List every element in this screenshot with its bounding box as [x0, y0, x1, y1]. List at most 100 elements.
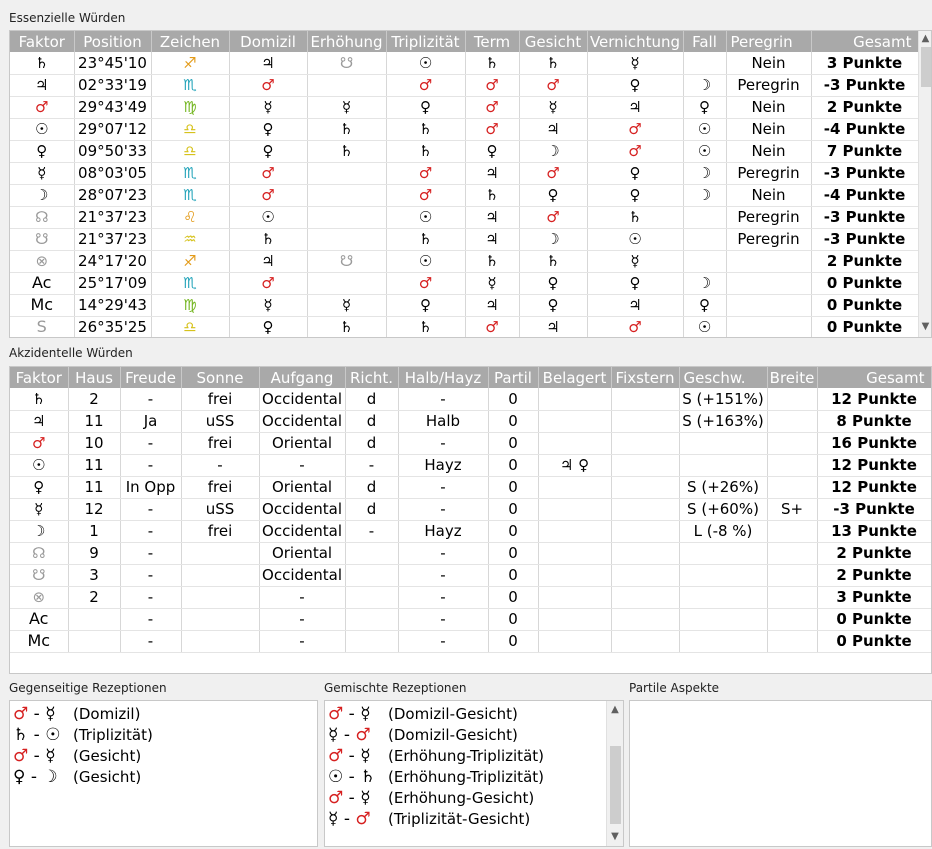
accidental-header-cell[interactable]: Richt.: [345, 367, 399, 388]
accidental-cell-richt: -: [345, 454, 399, 477]
mutual-title: Gegenseitige Rezeptionen: [9, 681, 167, 695]
accidental-header-cell[interactable]: Geschw.: [679, 367, 768, 388]
table-row[interactable]: ☽ 1- frei Occidental - Hayz 0 L (-8 %) 13 Punkte: [10, 520, 931, 543]
list-item[interactable]: ☉ - ♄ (Erhöhung-Triplizität): [328, 767, 623, 788]
essential-cell-fall: ☽: [683, 162, 727, 185]
table-row[interactable]: ☋ 3- Occidental -0 2 Punkte: [10, 564, 931, 587]
accidental-table-panel[interactable]: Faktor Haus Freude Sonne Aufgang Richt. Halb/H…: [9, 366, 932, 674]
accidental-header-cell[interactable]: Faktor: [10, 367, 69, 388]
table-row[interactable]: ♀ 09°50'33 ♎ ♀ ♄ ♄ ♀ ☽ ♂ ☉ Nein 7 Punkte: [10, 140, 919, 163]
table-row[interactable]: ♃ 02°33'19 ♏ ♂ ♂ ♂ ♂ ♀ ☽ Peregrin -3 Punkte: [10, 74, 919, 97]
essential-header-cell[interactable]: Gesicht: [519, 31, 588, 52]
list-item[interactable]: ♂ - ☿ (Domizil-Gesicht): [328, 704, 623, 725]
accidental-header-cell[interactable]: Partil: [488, 367, 539, 388]
list-item[interactable]: ☿ - ♂ (Domizil-Gesicht): [328, 725, 623, 746]
accidental-title: Akzidentelle Würden: [9, 346, 133, 360]
essential-cell-fall: ☉: [683, 118, 727, 141]
essential-cell-dom: ♀: [229, 316, 308, 337]
essential-header-cell[interactable]: Fall: [683, 31, 727, 52]
essential-cell-dom: ♂: [229, 184, 308, 207]
essential-cell-total: 3 Punkte: [811, 52, 919, 75]
essential-header-cell[interactable]: Position: [74, 31, 152, 52]
essential-header-cell[interactable]: Triplizität: [386, 31, 466, 52]
essential-header-cell[interactable]: Gesamt: [811, 31, 919, 52]
accidental-cell-speed: S (+151%): [679, 388, 768, 411]
essential-scroll-thumb[interactable]: [921, 47, 931, 87]
essential-table-panel[interactable]: Faktor Position Zeichen Domizil Erhöhung Trip…: [9, 30, 932, 338]
essential-header-cell[interactable]: Domizil: [229, 31, 308, 52]
accidental-header-cell[interactable]: Sonne: [181, 367, 260, 388]
essential-cell-detr: ♂: [587, 140, 684, 163]
table-row[interactable]: Mc - - -0 0 Punkte: [10, 630, 931, 653]
essential-cell-term: ♂: [465, 74, 520, 97]
essential-scrollbar[interactable]: ▲ ▼: [918, 31, 931, 337]
separator: -: [338, 809, 356, 829]
scroll-down-icon[interactable]: ▼: [919, 321, 931, 332]
accidental-header-cell[interactable]: Haus: [68, 367, 121, 388]
mutual-list-panel[interactable]: ♂ - ☿ (Domizil) ♄ - ☉ (Triplizität) ♂ - ☿ (Ge…: [9, 700, 318, 847]
table-row[interactable]: ♄ 23°45'10 ♐ ♃ ☋ ☉ ♄ ♄ ☿ Nein 3 Punkte: [10, 52, 919, 75]
accidental-header-cell[interactable]: Halb/Hayz: [398, 367, 489, 388]
partile-list-panel[interactable]: [629, 700, 932, 847]
essential-cell-factor: ♂: [10, 96, 75, 119]
table-row[interactable]: ☊ 21°37'23 ♌ ☉ ☉ ♃ ♂ ♄ Peregrin -3 Punkte: [10, 206, 919, 229]
table-row[interactable]: ☉ 29°07'12 ♎ ♀ ♄ ♄ ♂ ♃ ♂ ☉ Nein -4 Punkte: [10, 118, 919, 141]
accidental-header-cell[interactable]: Gesamt: [817, 367, 931, 388]
essential-cell-exalt: [307, 206, 387, 229]
table-row[interactable]: ☋ 21°37'23 ♒ ♄ ♄ ♃ ☽ ☉ Peregrin -3 Punkte: [10, 228, 919, 251]
accidental-cell-aufgang: -: [259, 630, 346, 653]
scroll-up-icon[interactable]: ▲: [607, 704, 623, 715]
essential-cell-term: ♀: [465, 140, 520, 163]
list-item[interactable]: ♂ - ☿ (Erhöhung-Gesicht): [328, 788, 623, 809]
table-row[interactable]: ♄ 2- frei Occidental d -0 S (+151%) 12 Punkte: [10, 388, 931, 411]
mixed-title: Gemischte Rezeptionen: [324, 681, 467, 695]
accidental-cell-haus: 3: [68, 564, 121, 587]
accidental-header-cell[interactable]: Belagert: [538, 367, 612, 388]
table-row[interactable]: ☉ 11- - - - Hayz 0 ♃ ♀ 12 Punkte: [10, 454, 931, 477]
table-row[interactable]: ☿ 12- uSS Occidental d -0 S (+60%) S+ -3 Punkte: [10, 498, 931, 521]
list-item[interactable]: ♀ - ☽ (Gesicht): [13, 767, 317, 788]
planet-glyph: ☿: [328, 809, 339, 829]
table-row[interactable]: ⊗ 2- - -0 3 Punkte: [10, 586, 931, 609]
essential-header-cell[interactable]: Faktor: [10, 31, 75, 52]
table-row[interactable]: ♃ 11 Ja uSS Occidental d Halb 0 S (+163%) 8 Punkt…: [10, 410, 931, 433]
accidental-cell-partil: 0: [488, 630, 539, 653]
table-row[interactable]: ♂ 29°43'49 ♍ ☿ ☿ ♀ ♂ ☿ ♃ ♀ Nein 2 Punkte: [10, 96, 919, 119]
table-row[interactable]: Mc 14°29'43 ♍ ☿ ☿ ♀ ♃ ♀ ♃ ♀ 0 Punkte: [10, 294, 919, 317]
essential-cell-dom: ☉: [229, 206, 308, 229]
table-row[interactable]: ♂ 10- frei Oriental d -0 16 Punkte: [10, 432, 931, 455]
list-item[interactable]: ♄ - ☉ (Triplizität): [13, 725, 317, 746]
scroll-down-icon[interactable]: ▼: [607, 831, 623, 842]
accidental-header-cell[interactable]: Aufgang: [259, 367, 346, 388]
accidental-header-cell[interactable]: Freude: [120, 367, 182, 388]
accidental-cell-belagert: [538, 542, 612, 565]
mixed-scrollbar[interactable]: ▲ ▼: [606, 701, 623, 846]
list-item[interactable]: ♂ - ☿ (Erhöhung-Triplizität): [328, 746, 623, 767]
accidental-cell-richt: [345, 542, 399, 565]
mixed-list-panel[interactable]: ♂ - ☿ (Domizil-Gesicht) ☿ - ♂ (Domizil-Gesi…: [324, 700, 624, 847]
essential-header-cell[interactable]: Peregrin: [726, 31, 812, 52]
accidental-header-cell[interactable]: Fixstern: [611, 367, 680, 388]
list-item[interactable]: ♂ - ☿ (Domizil): [13, 704, 317, 725]
reception-label: (Domizil): [73, 705, 141, 723]
table-row[interactable]: ♀ 11 In Opp frei Oriental d -0 S (+26%) 12 Punkt…: [10, 476, 931, 499]
mixed-scroll-thumb[interactable]: [610, 746, 621, 824]
table-row[interactable]: ☊ 9- Oriental -0 2 Punkte: [10, 542, 931, 565]
table-row[interactable]: Ac 25°17'09 ♏ ♂ ♂ ☿ ♀ ♀ ☽ 0 Punkte: [10, 272, 919, 295]
list-item[interactable]: ♂ - ☿ (Gesicht): [13, 746, 317, 767]
table-row[interactable]: S 26°35'25 ♎ ♀ ♄ ♄ ♂ ♃ ♂ ☉ 0 Punkte: [10, 316, 919, 337]
scroll-up-icon[interactable]: ▲: [919, 33, 931, 44]
essential-header-cell[interactable]: Erhöhung: [307, 31, 387, 52]
essential-cell-fall: ☽: [683, 272, 727, 295]
table-row[interactable]: ⊗ 24°17'20 ♐ ♃ ☋ ☉ ♄ ♄ ☿ 2 Punkte: [10, 250, 919, 273]
list-item[interactable]: ☿ - ♂ (Triplizität-Gesicht): [328, 809, 623, 830]
accidental-header-cell[interactable]: Breite: [767, 367, 818, 388]
table-row[interactable]: Ac - - -0 0 Punkte: [10, 608, 931, 631]
table-row[interactable]: ☽ 28°07'23 ♏ ♂ ♂ ♄ ♀ ♀ ☽ Nein -4 Punkte: [10, 184, 919, 207]
essential-header-cell[interactable]: Vernichtung: [587, 31, 684, 52]
accidental-cell-breite: [767, 564, 818, 587]
essential-header-cell[interactable]: Zeichen: [151, 31, 230, 52]
essential-header-cell[interactable]: Term: [465, 31, 520, 52]
essential-table: Faktor Position Zeichen Domizil Erhöhung Trip…: [10, 31, 919, 337]
table-row[interactable]: ☿ 08°03'05 ♏ ♂ ♂ ♃ ♂ ♀ ☽ Peregrin -3 Punkte: [10, 162, 919, 185]
